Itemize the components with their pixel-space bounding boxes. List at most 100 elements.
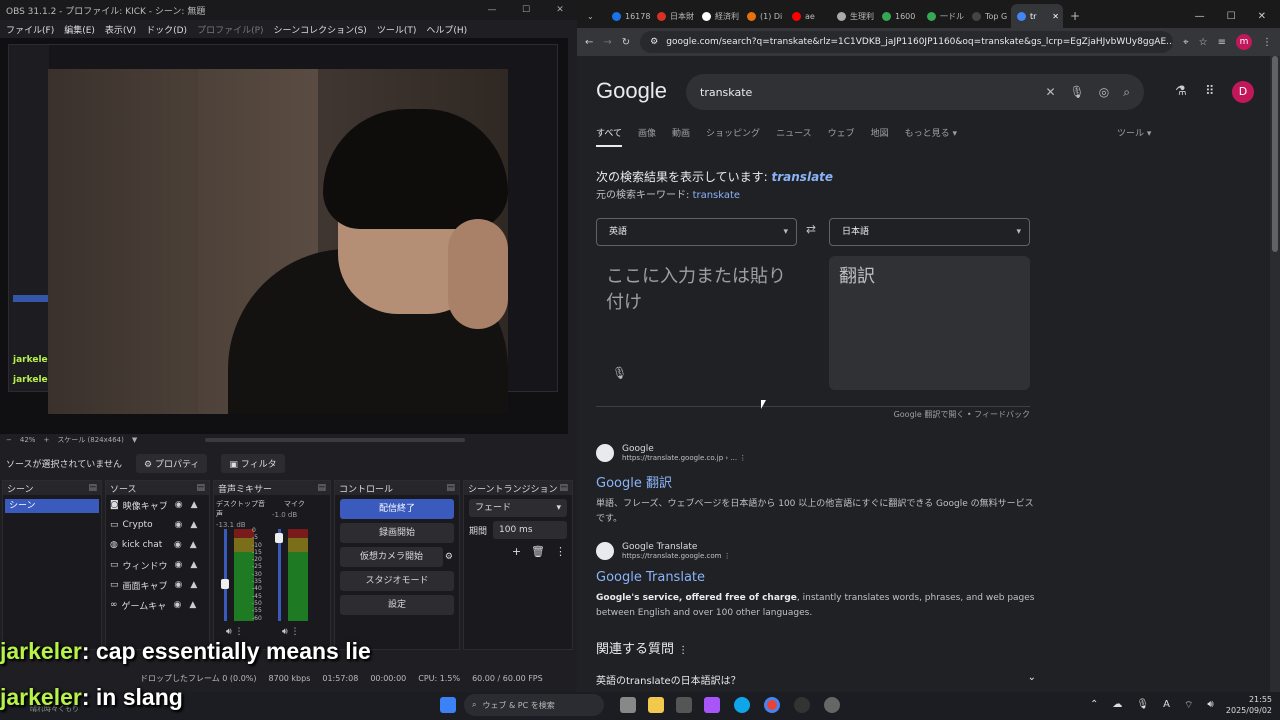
file-explorer-icon[interactable] xyxy=(648,697,664,713)
stop-streaming-button[interactable]: 配信終了 xyxy=(340,499,454,519)
start-recording-button[interactable]: 録画開始 xyxy=(340,523,454,543)
site-url[interactable]: https://translate.google.co.jp › ... ⋮ xyxy=(622,454,746,462)
bookmark-star-icon[interactable]: ☆ xyxy=(1199,37,1208,48)
lock-icon[interactable]: ▲ xyxy=(190,560,197,570)
tab[interactable]: 生理利 xyxy=(831,4,875,28)
microphone-icon[interactable]: 🎙︎ xyxy=(612,366,627,380)
back-icon[interactable]: ← xyxy=(585,37,593,48)
menu-view[interactable]: 表示(V) xyxy=(105,23,136,36)
menu-scene-collection[interactable]: シーンコレクション(S) xyxy=(274,23,367,36)
close-tab-icon[interactable]: ✕ xyxy=(1052,12,1059,21)
profile-avatar[interactable]: m xyxy=(1236,34,1252,50)
target-language-select[interactable]: 日本語 ▾ xyxy=(829,218,1030,246)
site-url[interactable]: https://translate.google.com ⋮ xyxy=(622,552,731,560)
dock-menu-icon[interactable]: ▤ xyxy=(196,483,205,493)
obs-icon[interactable] xyxy=(794,697,810,713)
clock[interactable]: 21:55 2025/09/02 xyxy=(1226,694,1272,716)
start-virtual-camera-button[interactable]: 仮想カメラ開始 xyxy=(340,547,443,567)
maximize-icon[interactable]: ☐ xyxy=(1227,11,1236,22)
menu-file[interactable]: ファイル(F) xyxy=(6,23,54,36)
eye-icon[interactable]: ◉ xyxy=(174,600,182,610)
forward-icon[interactable]: → xyxy=(603,37,611,48)
tab-maps[interactable]: 地図 xyxy=(871,126,889,147)
reload-icon[interactable]: ↻ xyxy=(622,37,630,48)
close-icon[interactable]: ✕ xyxy=(543,5,577,15)
store-icon[interactable] xyxy=(676,697,692,713)
preview-scrollbar[interactable] xyxy=(205,438,466,442)
apps-grid-icon[interactable]: ⠿ xyxy=(1205,84,1215,99)
tools-button[interactable]: ツール ▾ xyxy=(1117,126,1151,139)
source-item[interactable]: ◍ kick chat ◉ ▲ xyxy=(106,535,209,555)
more-icon[interactable]: ⋮ xyxy=(678,645,688,656)
add-transition-icon[interactable]: + xyxy=(512,545,521,558)
lock-icon[interactable]: ▲ xyxy=(189,600,196,610)
dock-menu-icon[interactable]: ▤ xyxy=(88,483,97,493)
tab[interactable]: 経済利 xyxy=(696,4,740,28)
zoom-in-button[interactable]: + xyxy=(43,436,49,444)
volume-icon[interactable]: 🔊︎ xyxy=(1207,699,1213,712)
wifi-icon[interactable]: ⌔ xyxy=(1184,699,1193,712)
settings-button[interactable]: 設定 xyxy=(340,595,454,615)
eye-icon[interactable]: ◉ xyxy=(175,580,183,590)
scale-label[interactable]: スケール (824x464) xyxy=(57,435,124,445)
swap-languages-icon[interactable]: ⇄ xyxy=(806,222,816,236)
onedrive-icon[interactable]: ☁ xyxy=(1112,699,1122,712)
lock-icon[interactable]: ▲ xyxy=(191,500,198,510)
eye-icon[interactable]: ◉ xyxy=(175,560,183,570)
new-tab-button[interactable]: + xyxy=(1064,4,1088,28)
lock-icon[interactable]: ▲ xyxy=(190,580,197,590)
taskbar-search[interactable]: ⌕ ウェブ & PC を検索 xyxy=(464,694,604,716)
tab[interactable]: (1) Di xyxy=(741,4,785,28)
tab[interactable]: Top G xyxy=(966,4,1010,28)
menu-dock[interactable]: ドック(D) xyxy=(146,23,187,36)
tab-search-icon[interactable]: ≡ xyxy=(1218,37,1226,48)
original-query-link[interactable]: transkate xyxy=(693,190,741,201)
minimize-icon[interactable]: — xyxy=(475,5,509,15)
open-in-translate-link[interactable]: Google 翻訳で開く xyxy=(894,410,965,419)
lens-icon[interactable]: ◎ xyxy=(1099,85,1109,100)
source-item[interactable]: ▭画面キャプチ◉▲ xyxy=(106,575,209,595)
menu-profile[interactable]: プロファイル(P) xyxy=(197,23,263,36)
chevron-up-icon[interactable]: ⌃ xyxy=(1090,699,1098,712)
eye-icon[interactable]: ◉ xyxy=(175,500,183,510)
volume-fader[interactable] xyxy=(224,529,227,621)
tab-active[interactable]: tr ✕ xyxy=(1011,4,1063,28)
copilot-icon[interactable] xyxy=(704,697,720,713)
fader-knob[interactable] xyxy=(221,579,229,589)
app-icon[interactable] xyxy=(824,697,840,713)
clear-icon[interactable]: ✕ xyxy=(1045,85,1055,100)
duration-input[interactable]: 100 ms xyxy=(493,521,567,539)
corrected-query-link[interactable]: translate xyxy=(772,170,834,184)
labs-flask-icon[interactable]: ⚗ xyxy=(1175,84,1187,99)
lock-icon[interactable]: ▲ xyxy=(190,540,197,550)
search-input[interactable]: transkate ✕ 🎙︎ ◎ ⌕ xyxy=(686,74,1144,110)
source-item[interactable]: ▭ Crypto ◉ ▲ xyxy=(106,515,209,535)
edge-icon[interactable] xyxy=(734,697,750,713)
tab-news[interactable]: ニュース xyxy=(776,126,812,147)
result-title-link[interactable]: Google 翻訳 xyxy=(596,472,1036,491)
eye-icon[interactable]: ◉ xyxy=(174,540,182,550)
tab[interactable]: 1600 xyxy=(876,4,920,28)
tab[interactable]: ae xyxy=(786,4,830,28)
scrollbar-thumb[interactable] xyxy=(1272,56,1278,252)
paa-question[interactable]: 英語のtranslateの日本語訳は？ ⌄ xyxy=(596,672,1036,687)
tab-more[interactable]: もっと見る ▾ xyxy=(905,126,957,147)
filters-button[interactable]: ▣ フィルタ xyxy=(221,453,285,473)
location-icon[interactable]: ⌖ xyxy=(1183,37,1189,48)
site-info-icon[interactable]: ⚙ xyxy=(650,37,658,47)
eye-icon[interactable]: ◉ xyxy=(175,520,183,530)
account-avatar[interactable]: D xyxy=(1232,81,1254,103)
google-logo[interactable]: Google xyxy=(596,78,667,104)
microphone-icon[interactable]: 🎙︎ xyxy=(1070,85,1085,100)
trash-icon[interactable]: 🗑︎ xyxy=(531,545,545,558)
speaker-icon[interactable]: 🔊︎ ⋮ xyxy=(226,627,244,637)
dock-menu-icon[interactable]: ▤ xyxy=(559,483,568,493)
source-item[interactable]: ▭ウィンドウキャ◉▲ xyxy=(106,555,209,575)
menu-tools[interactable]: ツール(T) xyxy=(377,23,417,36)
gear-icon[interactable]: ⚙ xyxy=(445,552,453,562)
tab-web[interactable]: ウェブ xyxy=(828,126,855,147)
zoom-out-button[interactable]: − xyxy=(6,436,12,444)
studio-mode-button[interactable]: スタジオモード xyxy=(340,571,454,591)
tab[interactable]: 一ドル xyxy=(921,4,965,28)
ime-icon[interactable]: A xyxy=(1163,699,1170,712)
